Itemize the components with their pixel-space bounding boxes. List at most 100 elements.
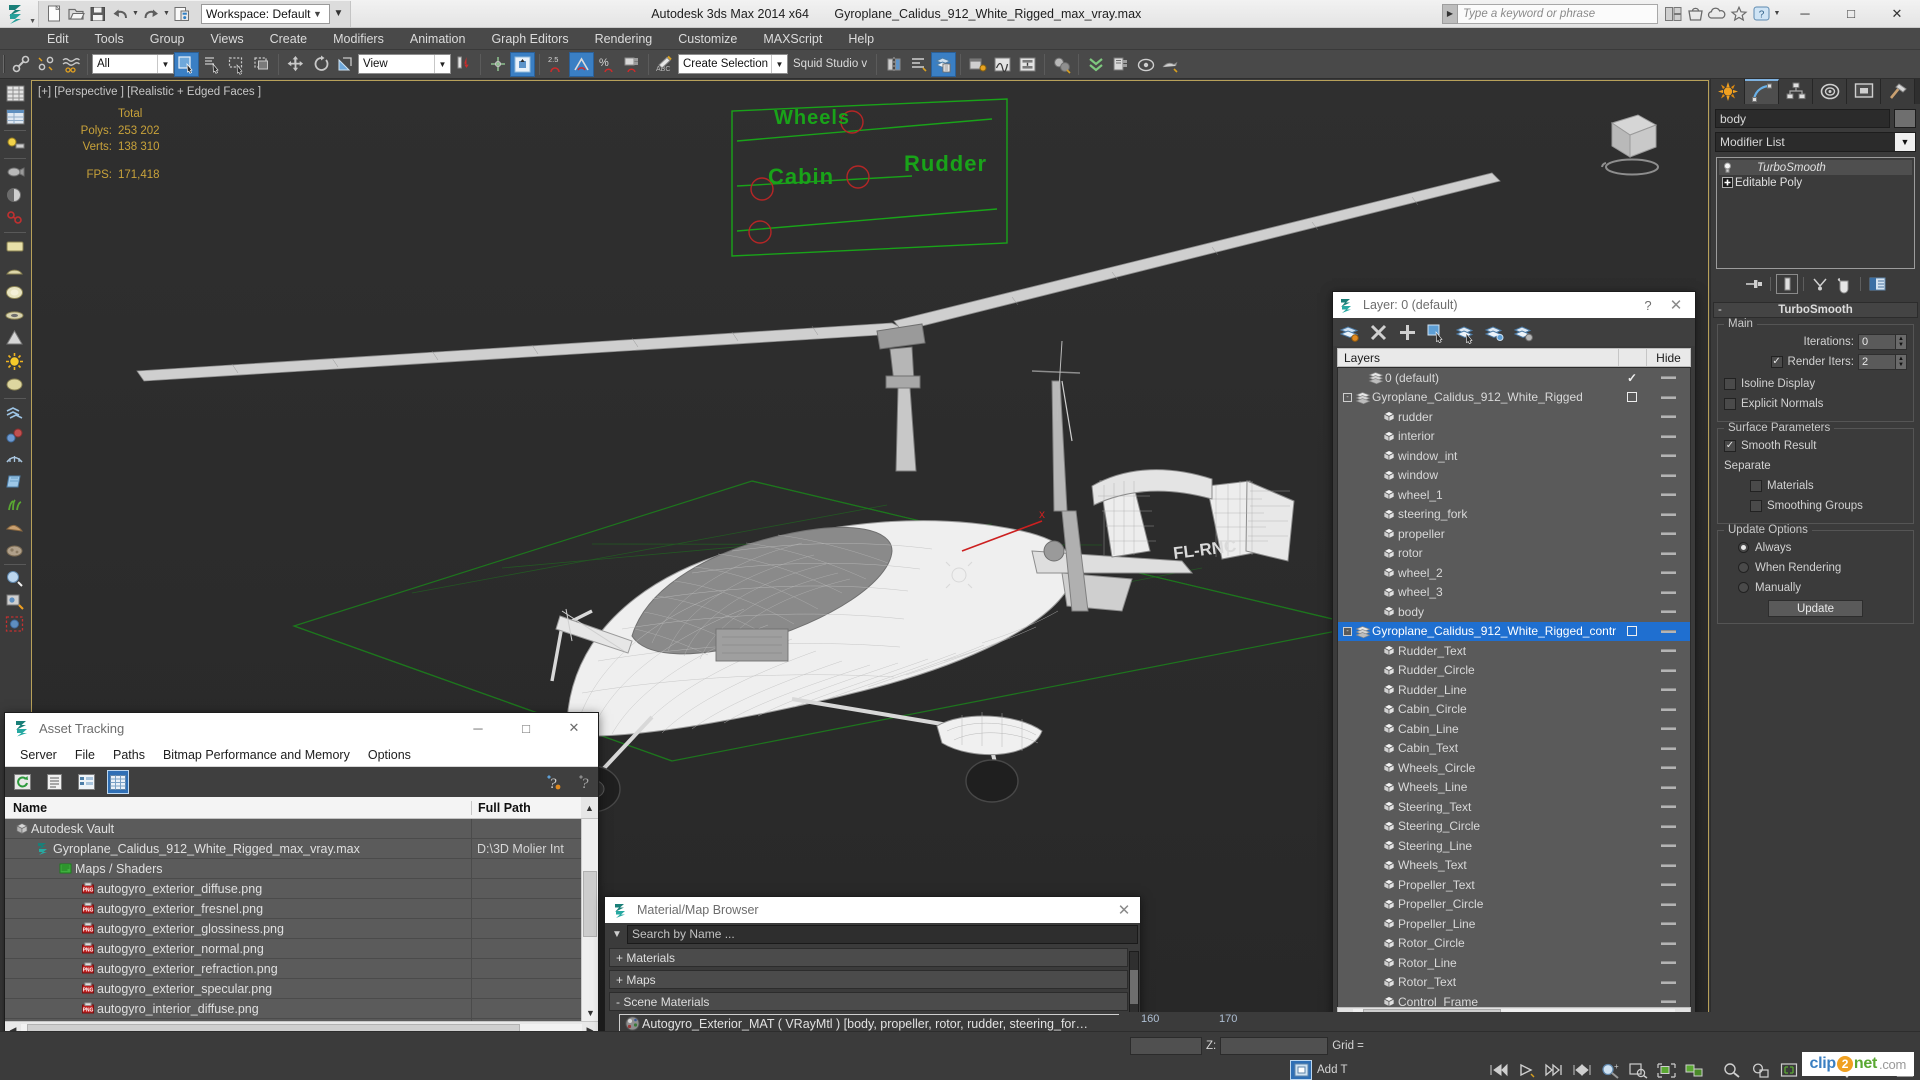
menu-item-customize[interactable]: Customize <box>665 28 750 50</box>
selection-lock-icon[interactable] <box>1290 1060 1312 1080</box>
project-folder-icon[interactable] <box>171 3 193 25</box>
render-tools-icon[interactable] <box>2 590 28 613</box>
layer-render-toggle[interactable] <box>1646 922 1690 926</box>
select-and-rotate-icon[interactable] <box>308 52 333 77</box>
key-mode-toggle-icon[interactable] <box>1571 1060 1593 1080</box>
asset-row[interactable]: Gyroplane_Calidus_912_White_Rigged_max_v… <box>5 839 598 859</box>
search-options-icon[interactable]: ▶ <box>1442 3 1458 24</box>
scroll-thumb[interactable] <box>1130 970 1138 1004</box>
menu-item-views[interactable]: Views <box>197 28 256 50</box>
menu-item-create[interactable]: Create <box>257 28 321 50</box>
select-and-move-icon[interactable] <box>283 52 308 77</box>
edit-named-selection-sets-icon[interactable]: ABC <box>653 52 678 77</box>
favorites-star-icon[interactable] <box>1728 3 1750 25</box>
layer-visibility-toggle[interactable] <box>1618 392 1646 403</box>
layer-row[interactable]: 0 (default) ✓ <box>1338 368 1690 388</box>
close-button[interactable]: ✕ <box>1874 0 1920 28</box>
layer-visibility-toggle[interactable]: ✓ <box>1618 371 1646 385</box>
asset-row[interactable]: PNG autogyro_exterior_normal.png <box>5 939 598 959</box>
zoom-all-viewports-icon[interactable] <box>1749 1060 1771 1080</box>
materials-section-header[interactable]: + Materials <box>609 948 1128 967</box>
asset-menu-paths[interactable]: Paths <box>104 748 154 762</box>
layer-render-toggle[interactable] <box>1646 941 1690 945</box>
vray-tools-icon[interactable] <box>2 207 28 230</box>
asset-row[interactable]: Autodesk Vault <box>5 819 598 839</box>
layer-row[interactable]: Rotor_Text <box>1338 973 1690 993</box>
modify-tab[interactable] <box>1745 79 1779 104</box>
scene-table-icon[interactable] <box>2 105 28 128</box>
zoom-extents-selected-icon[interactable] <box>1655 1060 1677 1080</box>
reference-coordinate-system-combo[interactable]: View ▼ <box>358 54 451 74</box>
delete-layer-icon[interactable] <box>1368 321 1388 343</box>
smoothing-groups-checkbox[interactable] <box>1750 499 1762 512</box>
save-file-icon[interactable] <box>87 3 109 25</box>
maximize-button[interactable]: □ <box>1828 0 1874 28</box>
update-option-manually[interactable]: Manually <box>1724 579 1907 596</box>
chevron-down-icon[interactable]: ▼ <box>771 55 787 73</box>
layer-render-toggle[interactable] <box>1646 668 1690 672</box>
close-button[interactable]: ✕ <box>1661 296 1691 314</box>
menu-item-modifiers[interactable]: Modifiers <box>320 28 397 50</box>
close-button[interactable]: ✕ <box>550 713 598 743</box>
layer-render-toggle[interactable] <box>1646 863 1690 867</box>
schematic-view-icon[interactable] <box>1015 52 1040 77</box>
layer-settings-icon[interactable] <box>1513 321 1533 343</box>
layer-explorer-icon[interactable] <box>931 51 957 77</box>
layer-row[interactable]: Cabin_Text <box>1338 739 1690 759</box>
layer-row[interactable]: body <box>1338 602 1690 622</box>
add-time-tag-label[interactable]: Add T <box>1317 1064 1347 1076</box>
asset-row[interactable]: PNG autogyro_interior_diffuse.png <box>5 999 598 1019</box>
x-coordinate-field[interactable] <box>1130 1037 1202 1055</box>
asset-menu-server[interactable]: Server <box>11 748 66 762</box>
rectangular-selection-region-icon[interactable] <box>224 52 249 77</box>
redo-dropdown-icon[interactable]: ▼ <box>162 3 171 25</box>
layer-render-toggle[interactable] <box>1646 883 1690 887</box>
search-input[interactable]: Type a keyword or phrase <box>1458 3 1658 24</box>
stone-material-icon[interactable] <box>2 539 28 562</box>
disc-primitive-icon[interactable] <box>2 373 28 396</box>
layer-render-toggle[interactable] <box>1646 688 1690 692</box>
scroll-down-icon[interactable]: ▼ <box>582 1005 598 1021</box>
select-object-icon[interactable] <box>174 51 199 77</box>
ambient-occlusion-icon[interactable] <box>2 184 28 207</box>
menu-item-graph-editors[interactable]: Graph Editors <box>478 28 581 50</box>
rendered-frame-window-icon[interactable] <box>1133 52 1158 77</box>
time-slider-ruler[interactable]: 160 170 <box>1119 1012 1719 1031</box>
menu-item-edit[interactable]: Edit <box>34 28 82 50</box>
array-tool-icon[interactable] <box>2 401 28 424</box>
cone-primitive-icon[interactable] <box>2 327 28 350</box>
zoom-extents-icon[interactable] <box>1778 1060 1800 1080</box>
layer-row[interactable]: Cabin_Line <box>1338 719 1690 739</box>
list-view-icon[interactable] <box>43 770 65 794</box>
zoom-tool-icon[interactable] <box>1720 1060 1742 1080</box>
go-to-end-icon[interactable] <box>1543 1060 1565 1080</box>
asset-list-vertical-scrollbar[interactable]: ▼ <box>581 819 598 1021</box>
iterations-field[interactable]: 0 <box>1858 333 1896 350</box>
layer-render-toggle[interactable] <box>1646 571 1690 575</box>
help-icon[interactable]: ? <box>576 770 598 794</box>
layer-render-toggle[interactable] <box>1646 415 1690 419</box>
asset-menu-bitmap-performance-and-memory[interactable]: Bitmap Performance and Memory <box>154 748 359 762</box>
use-pivot-point-center-icon[interactable] <box>451 52 476 77</box>
undo-dropdown-icon[interactable]: ▼ <box>131 3 140 25</box>
angle-snap-toggle-icon[interactable] <box>569 51 594 77</box>
layer-render-toggle[interactable] <box>1646 707 1690 711</box>
layer-render-toggle[interactable] <box>1646 532 1690 536</box>
layer-row[interactable]: interior <box>1338 427 1690 447</box>
layer-render-toggle[interactable] <box>1646 629 1690 633</box>
layer-row[interactable]: rudder <box>1338 407 1690 427</box>
menu-item-help[interactable]: Help <box>835 28 887 50</box>
asset-tracking-window[interactable]: Asset Tracking ─ □ ✕ Server File Paths Bitm… <box>4 712 599 1078</box>
z-coordinate-field[interactable] <box>1220 1037 1329 1055</box>
layer-row[interactable]: propeller <box>1338 524 1690 544</box>
autodesk-max-logo-icon[interactable]: ▼ <box>2 1 36 27</box>
layer-row[interactable]: window <box>1338 466 1690 486</box>
layer-render-toggle[interactable] <box>1646 434 1690 438</box>
menu-item-group[interactable]: Group <box>137 28 198 50</box>
exchange-app-store-icon[interactable] <box>1684 3 1706 25</box>
remove-modifier-icon[interactable] <box>1833 274 1855 294</box>
asset-row[interactable]: PNG autogyro_exterior_glossiness.png <box>5 919 598 939</box>
asset-row[interactable]: PNGautogyro_interior_emissive.png <box>5 1019 598 1021</box>
sun-light-icon[interactable] <box>2 350 28 373</box>
maps-section-header[interactable]: + Maps <box>609 970 1128 989</box>
